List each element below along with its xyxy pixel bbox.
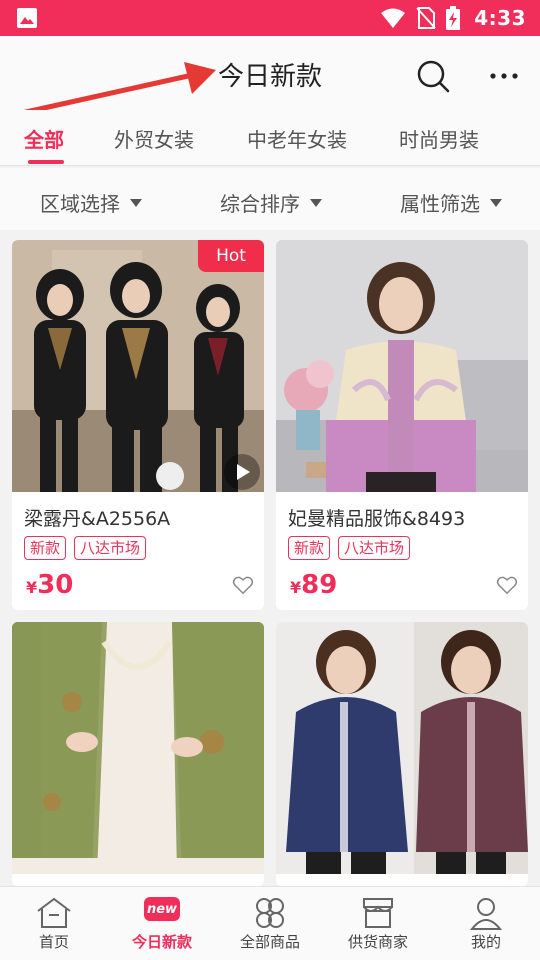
tag-market: 八达市场 bbox=[74, 536, 147, 560]
nav-profile[interactable]: 我的 bbox=[432, 887, 540, 960]
nav-today-new-label: 今日新款 bbox=[131, 933, 192, 951]
tab-all[interactable]: 全部 bbox=[24, 124, 64, 153]
store-icon bbox=[363, 898, 393, 928]
product-name: 梁露丹&A2556A bbox=[24, 508, 171, 530]
product-image[interactable] bbox=[276, 240, 528, 492]
price-value: 30 bbox=[37, 570, 74, 600]
nav-profile-label: 我的 bbox=[470, 933, 501, 951]
filter-sort-label: 综合排序 bbox=[220, 192, 300, 216]
filter-sort[interactable]: 综合排序 bbox=[220, 188, 322, 217]
filter-region-label: 区域选择 bbox=[40, 192, 120, 216]
filter-attributes[interactable]: 属性筛选 bbox=[400, 188, 502, 217]
category-tabs: 全部 外贸女装 中老年女装 时尚男装 bbox=[0, 110, 540, 166]
tab-middle-aged-womens[interactable]: 中老年女装 bbox=[247, 124, 347, 153]
product-price: ¥30 bbox=[26, 570, 73, 600]
tag-new: 新款 bbox=[24, 536, 67, 560]
product-tags: 新款 八达市场 bbox=[288, 536, 411, 560]
battery-charging-icon bbox=[446, 6, 461, 30]
wifi-icon bbox=[381, 8, 406, 28]
product-card[interactable] bbox=[12, 622, 264, 886]
screen: 4:33 今日新款 全部 外贸女装 中老年女装 时尚男装 区域选择 综合排序 属… bbox=[0, 0, 540, 960]
favorite-heart-icon[interactable] bbox=[232, 574, 254, 596]
filter-bar: 区域选择 综合排序 属性筛选 bbox=[0, 168, 540, 230]
product-card[interactable] bbox=[276, 622, 528, 886]
status-bar: 4:33 bbox=[0, 0, 540, 36]
nav-today-new[interactable]: new 今日新款 bbox=[108, 887, 216, 960]
page-title: 今日新款 bbox=[217, 62, 322, 92]
tag-new: 新款 bbox=[288, 536, 331, 560]
status-time: 4:33 bbox=[474, 6, 526, 30]
product-image[interactable] bbox=[12, 622, 264, 874]
tag-market: 八达市场 bbox=[338, 536, 411, 560]
price-value: 89 bbox=[301, 570, 338, 600]
product-image[interactable] bbox=[276, 622, 528, 874]
home-icon bbox=[37, 897, 71, 928]
caret-down-icon bbox=[490, 198, 502, 207]
search-icon[interactable] bbox=[414, 57, 452, 95]
no-sim-icon bbox=[416, 7, 436, 29]
nav-home-label: 首页 bbox=[38, 933, 69, 951]
product-card[interactable]: Hot 梁露丹&A2556A 新款 八达市场 ¥30 bbox=[12, 240, 264, 610]
nav-home[interactable]: 首页 bbox=[0, 887, 108, 960]
profile-icon bbox=[469, 898, 503, 930]
caret-down-icon bbox=[130, 198, 142, 207]
tab-foreign-trade-womens[interactable]: 外贸女装 bbox=[114, 124, 194, 153]
filter-region[interactable]: 区域选择 bbox=[40, 188, 142, 217]
hot-badge: Hot bbox=[198, 240, 264, 272]
active-tab-indicator bbox=[28, 160, 64, 164]
grid-flower-icon bbox=[256, 898, 284, 928]
price-currency: ¥ bbox=[26, 578, 38, 597]
product-card[interactable]: 妃曼精品服饰&8493 新款 八达市场 ¥89 bbox=[276, 240, 528, 610]
price-currency: ¥ bbox=[290, 578, 302, 597]
nav-all-products-label: 全部商品 bbox=[239, 933, 300, 951]
product-price: ¥89 bbox=[290, 570, 337, 600]
nav-all-products[interactable]: 全部商品 bbox=[216, 887, 324, 960]
bottom-navigation: 首页 new 今日新款 全部商品 供货商家 我的 bbox=[0, 886, 540, 960]
nav-suppliers[interactable]: 供货商家 bbox=[324, 887, 432, 960]
caret-down-icon bbox=[310, 198, 322, 207]
app-header: 今日新款 bbox=[0, 36, 540, 110]
filter-attributes-label: 属性筛选 bbox=[400, 192, 480, 216]
favorite-heart-icon[interactable] bbox=[496, 574, 518, 596]
product-name: 妃曼精品服饰&8493 bbox=[288, 508, 466, 530]
nav-suppliers-label: 供货商家 bbox=[347, 933, 408, 951]
new-badge-icon: new bbox=[144, 897, 180, 921]
gallery-notification-icon bbox=[17, 8, 37, 28]
more-options-icon[interactable] bbox=[486, 62, 522, 90]
video-play-icon[interactable] bbox=[222, 452, 262, 492]
tab-fashion-mens[interactable]: 时尚男装 bbox=[399, 124, 479, 153]
product-tags: 新款 八达市场 bbox=[24, 536, 147, 560]
